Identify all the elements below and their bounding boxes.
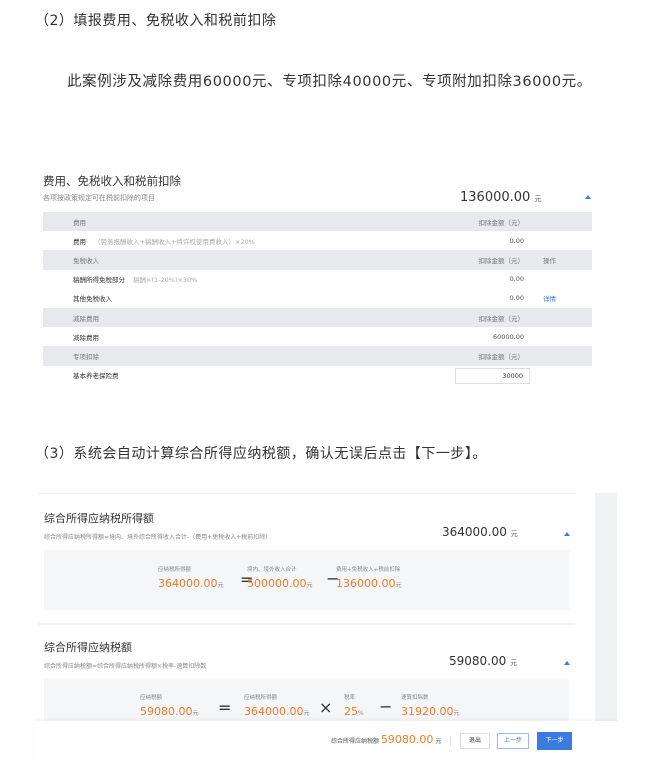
row-amount: 60000.00 [492,332,524,341]
formula-label: 速算扣除数 [401,695,429,701]
formula-value: 25 [344,705,358,718]
amount-input[interactable]: 30000 [455,367,530,384]
row-amount: 扣除金额（元） [478,352,525,361]
row-label: 基本养老保险费 [73,372,119,381]
next-step-button[interactable]: 下一步 [537,732,572,750]
collapse-icon[interactable] [564,532,570,536]
formula-label: 费用+免税收入+税前扣除 [336,567,401,573]
step2-paragraph: 此案例涉及减除费用60000元、专项扣除40000元、专项附加扣除36000元。 [67,74,592,90]
formula-value: 364000.00 [158,577,218,590]
taxable-income-card: 综合所得应纳税所得额 综合所得应纳税所得额=境内、境外综合所得收入合计-（费用+… [44,510,572,610]
table-row: 稿酬所得免税部分 稿酬×(1-20%)×30% 0.00 [43,270,592,289]
card-total: 59080.00 元 [449,654,518,668]
operation-header: 操作 [543,256,556,265]
row-amount: 扣除金额（元） [478,314,525,323]
card-title: 综合所得应纳税所得额 [44,512,154,525]
formula-value: 59080.00 [140,705,193,718]
footer-bar: 综合所得应纳税额 59080.00 元 退出 上一步 下一步 [35,721,617,766]
collapse-icon[interactable] [585,195,591,199]
times-sign: × [319,698,333,717]
formula-value: 500000.00 [247,577,307,590]
step2-heading: （2）填报费用、免税收入和税前扣除 [35,13,277,29]
row-label: 费用 （劳务报酬收入+稿酬收入+特许权使用费收入）×20% [73,237,255,246]
minus-sign: − [379,697,393,716]
formula-label: 境内、境外收入合计 [247,567,297,573]
formula-value: 364000.00 [244,705,304,718]
table-section-header: 免税收入 扣除金额（元） 操作 [43,250,592,270]
row-label: 免税收入 [73,256,99,265]
tax-payable-card: 综合所得应纳税额 综合所得应纳税额=综合所得应纳税所得额×税率-速算扣除数 59… [44,639,572,729]
formula-box: 应纳税所得额 364000.00元 = 境内、境外收入合计 500000.00元 −… [44,550,569,610]
row-amount: 扣除金额（元） [478,256,525,265]
table-section-header: 专项扣除 扣除金额（元） [43,346,592,366]
panel-title: 费用、免税收入和税前扣除 [43,174,181,188]
details-link[interactable]: 详情 [543,293,556,303]
row-amount: 0.00 [509,275,524,284]
table-section-header: 费用 扣除金额（元） [43,212,592,232]
step3-heading: （3）系统会自动计算综合所得应纳税额，确认无误后点击【下一步】。 [35,446,487,462]
footer-summary: 综合所得应纳税额 59080.00 元 [331,733,442,746]
tax-calc-panel: 综合所得应纳税所得额 综合所得应纳税所得额=境内、境外综合所得收入合计-（费用+… [35,493,617,766]
row-amount: 扣除金额（元） [478,218,525,227]
table-row: 其他免税收入 0.00 详情 [43,289,592,308]
formula-label: 应纳税额 [140,695,163,701]
formula-label: 税率 [344,695,356,701]
row-label: 减除费用 [73,314,99,323]
row-label: 稿酬所得免税部分 稿酬×(1-20%)×30% [73,276,198,285]
collapse-icon[interactable] [564,661,570,665]
formula-label: 应纳税所得额 [158,567,192,573]
formula-value: 136000.00 [336,577,396,590]
table-section-header: 减除费用 扣除金额（元） [43,307,592,328]
row-label: 减除费用 [73,333,99,342]
table-row: 减除费用 60000.00 [43,327,592,346]
table-row: 费用 （劳务报酬收入+稿酬收入+特许权使用费收入）×20% 0.00 [43,231,592,250]
row-label: 费用 [73,218,86,227]
row-label: 其他免税收入 [73,295,112,304]
formula-label: 应纳税所得额 [244,695,278,701]
row-label: 专项扣除 [73,352,99,361]
scroll-area [595,493,617,723]
exit-button[interactable]: 退出 [460,733,490,749]
prev-step-button[interactable]: 上一步 [497,733,529,749]
formula-value: 31920.00 [401,705,454,718]
deduction-table: 费用 扣除金额（元） 费用 （劳务报酬收入+稿酬收入+特许权使用费收入）×20% 0.0… [43,212,592,385]
panel-subtitle: 各项按政策规定可在税前扣除的项目 [43,194,155,202]
card-total: 364000.00 元 [442,525,518,539]
card-title: 综合所得应纳税额 [44,641,132,654]
table-row: 基本养老保险费 30000 [43,366,592,385]
deduction-panel: 费用、免税收入和税前扣除 各项按政策规定可在税前扣除的项目 136000.00 … [35,165,600,393]
row-amount: 0.00 [509,294,524,303]
equals-sign: = [218,698,232,717]
row-amount: 0.00 [509,236,524,245]
panel-total: 136000.00 元 [460,190,542,205]
